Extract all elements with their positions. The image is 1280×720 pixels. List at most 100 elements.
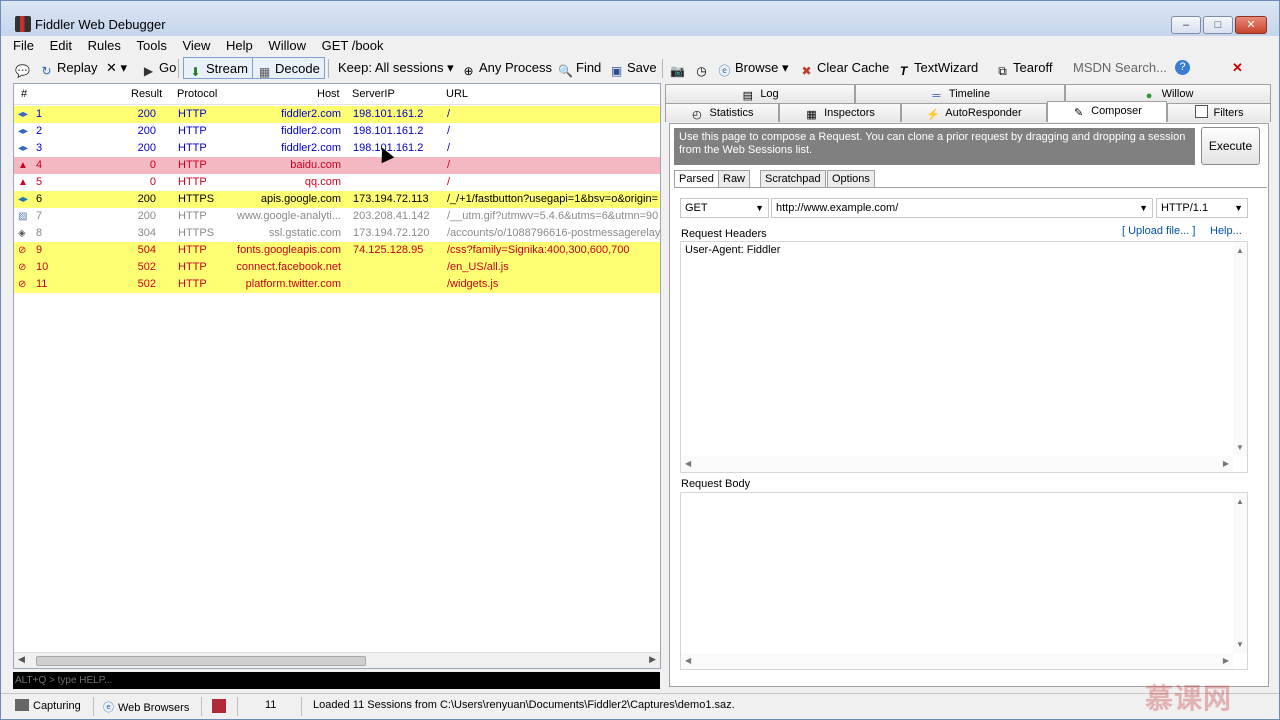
- request-body-textarea[interactable]: ▲ ▼ ◀ ▶: [680, 492, 1248, 670]
- scroll-left-icon[interactable]: ◀: [685, 459, 691, 468]
- scroll-up-icon[interactable]: ▲: [1236, 246, 1244, 255]
- scroll-down-icon[interactable]: ▼: [1236, 443, 1244, 452]
- find-button[interactable]: 🔍 Find: [558, 57, 601, 79]
- execute-button[interactable]: Execute: [1201, 127, 1260, 165]
- session-row[interactable]: ◈ 8 304 HTTPS ssl.gstatic.com 173.194.72.120/…: [14, 225, 660, 242]
- scroll-right-icon[interactable]: ▶: [649, 654, 656, 665]
- menu-view[interactable]: View: [182, 37, 210, 55]
- body-horizontal-scrollbar[interactable]: ◀ ▶: [681, 653, 1233, 669]
- session-row[interactable]: ▲ 4 0 HTTP baidu.com /: [14, 157, 660, 174]
- scroll-up-icon[interactable]: ▲: [1236, 497, 1244, 506]
- remove-dropdown[interactable]: ✕ ▾: [106, 57, 127, 79]
- save-icon: ▣: [610, 64, 623, 78]
- session-row[interactable]: ⊘ 10 502 HTTP connect.facebook.net/en_US/all…: [14, 259, 660, 276]
- col-header-result[interactable]: Result: [131, 88, 162, 100]
- menu-edit[interactable]: Edit: [50, 37, 72, 55]
- session-serverip: 173.194.72.113: [353, 193, 429, 205]
- clear-cache-button[interactable]: ✖ Clear Cache: [799, 57, 889, 79]
- close-window-button[interactable]: ✕: [1235, 16, 1267, 34]
- any-process-button[interactable]: ⊕ Any Process: [461, 57, 552, 79]
- ie-icon: ⓔ: [718, 64, 731, 78]
- col-header-protocol[interactable]: Protocol: [177, 88, 217, 100]
- screenshot-button[interactable]: 📷: [670, 57, 688, 79]
- subtab-options[interactable]: Options: [827, 170, 875, 188]
- headers-vertical-scrollbar[interactable]: ▲ ▼: [1233, 242, 1247, 456]
- menu-tools[interactable]: Tools: [136, 37, 166, 55]
- scroll-left-icon[interactable]: ◀: [18, 654, 25, 665]
- url-input[interactable]: http://www.example.com/▼: [771, 198, 1153, 218]
- sessions-horizontal-scrollbar[interactable]: ◀ ▶: [14, 652, 660, 668]
- minimize-button[interactable]: ‒: [1171, 16, 1201, 34]
- save-button[interactable]: ▣ Save: [609, 57, 657, 79]
- scroll-right-icon[interactable]: ▶: [1223, 459, 1229, 468]
- quickexec-input[interactable]: ALT+Q > type HELP...: [13, 672, 660, 689]
- timer-button[interactable]: ◷: [694, 57, 712, 79]
- msdn-search-input[interactable]: MSDN Search...: [1073, 57, 1167, 79]
- session-result: 504: [137, 244, 156, 256]
- col-header-host[interactable]: Host: [317, 88, 340, 100]
- menu-help[interactable]: Help: [226, 37, 253, 55]
- session-host: baidu.com: [290, 159, 341, 171]
- col-header-url[interactable]: URL: [446, 88, 468, 100]
- menu-get-book[interactable]: GET /book: [322, 37, 384, 55]
- tab-log[interactable]: ▤ Log: [665, 84, 855, 103]
- session-row[interactable]: ◂▸ 6 200 HTTPS apis.google.com 173.194.72.113…: [14, 191, 660, 208]
- session-row[interactable]: ◂▸ 3 200 HTTP fiddler2.com 198.101.161.2/: [14, 140, 660, 157]
- close-toolbar-icon[interactable]: ✕: [1232, 57, 1243, 79]
- tab-composer[interactable]: ✎ Composer: [1047, 101, 1167, 122]
- subtab-parsed[interactable]: Parsed: [674, 170, 719, 188]
- session-host: apis.google.com: [260, 193, 341, 205]
- subtab-raw[interactable]: Raw: [718, 170, 751, 188]
- session-row[interactable]: ⊘ 9 504 HTTP fonts.googleapis.com 74.125.128.…: [14, 242, 660, 259]
- keep-sessions-dropdown[interactable]: Keep: All sessions ▾: [338, 57, 454, 79]
- web-sessions-list[interactable]: # Result Protocol Host ServerIP URL ◂▸ 1 2…: [13, 83, 661, 669]
- decode-toggle[interactable]: ▦ Decode: [252, 57, 325, 79]
- tearoff-button[interactable]: ⧉ Tearoff: [995, 57, 1052, 79]
- menu-file[interactable]: File: [13, 37, 34, 55]
- stream-arrow-icon: ⬇: [190, 65, 201, 79]
- help-icon[interactable]: ?: [1175, 60, 1190, 75]
- upload-file-link[interactable]: [ Upload file... ]: [1122, 225, 1195, 237]
- tab-autoresponder[interactable]: ⚡ AutoResponder: [901, 103, 1047, 122]
- session-result: 200: [137, 210, 156, 222]
- scroll-left-icon[interactable]: ◀: [685, 656, 691, 665]
- tab-inspectors[interactable]: ▦ Inspectors: [779, 103, 901, 122]
- chevron-down-icon: ▼: [1234, 203, 1243, 213]
- filters-checkbox-icon[interactable]: [1194, 105, 1208, 118]
- http-version-select[interactable]: HTTP/1.1 ▼: [1156, 198, 1248, 218]
- scrollbar-thumb[interactable]: [36, 656, 366, 666]
- scroll-down-icon[interactable]: ▼: [1236, 640, 1244, 649]
- help-link[interactable]: Help...: [1210, 225, 1242, 237]
- method-select[interactable]: GET ▼: [680, 198, 769, 218]
- menu-rules[interactable]: Rules: [88, 37, 121, 55]
- replay-button[interactable]: ↻ Replay: [39, 57, 97, 79]
- breakpoint-icon[interactable]: [212, 699, 226, 713]
- subtab-scratchpad[interactable]: Scratchpad: [760, 170, 826, 188]
- browse-dropdown[interactable]: ⓔ Browse ▾: [717, 57, 788, 79]
- textwizard-button[interactable]: T TextWizard: [896, 57, 978, 79]
- menu-willow[interactable]: Willow: [268, 37, 306, 55]
- session-row[interactable]: ⊘ 11 502 HTTP platform.twitter.com/widgets.j…: [14, 276, 660, 293]
- comment-button[interactable]: 💬: [15, 57, 33, 79]
- session-row[interactable]: ◂▸ 2 200 HTTP fiddler2.com 198.101.161.2 /: [14, 123, 660, 140]
- request-headers-textarea[interactable]: User-Agent: Fiddler ▲ ▼ ◀ ▶: [680, 241, 1248, 473]
- capturing-indicator[interactable]: Capturing: [15, 699, 81, 712]
- maximize-button[interactable]: □: [1203, 16, 1233, 34]
- scroll-right-icon[interactable]: ▶: [1223, 656, 1229, 665]
- session-row[interactable]: ▲ 5 0 HTTP qq.com /: [14, 174, 660, 191]
- fiddler-app-icon: [15, 16, 31, 32]
- tab-statistics[interactable]: ◴ Statistics: [665, 103, 779, 122]
- col-header-num[interactable]: #: [21, 88, 27, 100]
- col-header-serverip[interactable]: ServerIP: [352, 88, 395, 100]
- body-vertical-scrollbar[interactable]: ▲ ▼: [1233, 493, 1247, 653]
- title-bar: Fiddler Web Debugger ‒ □ ✕: [1, 1, 1279, 36]
- willow-icon: ●: [1145, 90, 1153, 102]
- session-row[interactable]: ▨ 7 200 HTTP www.google-analyti... 203.208.41…: [14, 208, 660, 225]
- tab-filters[interactable]: Filters: [1167, 103, 1271, 122]
- go-button[interactable]: ▶ Go: [141, 57, 176, 79]
- tab-timeline[interactable]: ═ Timeline: [855, 84, 1065, 103]
- headers-horizontal-scrollbar[interactable]: ◀ ▶: [681, 456, 1233, 472]
- process-filter[interactable]: ⓔ Web Browsers: [103, 699, 189, 715]
- session-row[interactable]: ◂▸ 1 200 HTTP fiddler2.com 198.101.161.2 /: [14, 106, 660, 123]
- stream-toggle[interactable]: ⬇ Stream: [183, 57, 253, 79]
